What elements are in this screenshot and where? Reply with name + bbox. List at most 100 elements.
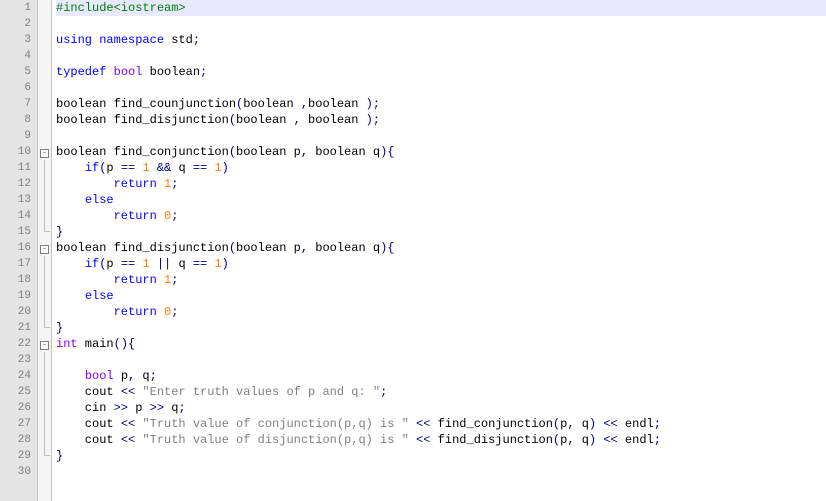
line-number: 3	[0, 32, 31, 48]
code-line[interactable]: return 1;	[56, 272, 826, 288]
token-op: ;	[193, 33, 200, 47]
code-line[interactable]: using namespace std;	[56, 32, 826, 48]
code-line[interactable]: boolean find_disjunction(boolean p, bool…	[56, 240, 826, 256]
token-txt	[157, 177, 164, 191]
code-line[interactable]	[56, 80, 826, 96]
code-line[interactable]: }	[56, 320, 826, 336]
token-op: ==	[193, 161, 207, 175]
fold-marker	[38, 304, 51, 320]
line-number: 15	[0, 224, 31, 240]
token-op: ){	[380, 241, 394, 255]
token-str: "Truth value of disjunction(p,q) is "	[142, 433, 408, 447]
code-editor[interactable]: 1234567891011121314151617181920212223242…	[0, 0, 826, 501]
code-line[interactable]: return 0;	[56, 304, 826, 320]
code-line[interactable]: if(p == 1 || q == 1)	[56, 256, 826, 272]
token-txt: boolean	[301, 113, 366, 127]
token-op: );	[366, 113, 380, 127]
token-op: ;	[178, 401, 185, 415]
fold-marker	[38, 160, 51, 176]
token-op: )	[222, 257, 229, 271]
token-txt: boolean find_counjunction	[56, 97, 236, 111]
token-txt: p	[114, 369, 128, 383]
token-txt: cout	[56, 385, 121, 399]
code-line[interactable]: else	[56, 192, 826, 208]
fold-marker	[38, 464, 51, 480]
line-number: 17	[0, 256, 31, 272]
code-line[interactable]: cin >> p >> q;	[56, 400, 826, 416]
code-line[interactable]: boolean find_disjunction(boolean , boole…	[56, 112, 826, 128]
code-line[interactable]: else	[56, 288, 826, 304]
code-line[interactable]: cout << "Truth value of disjunction(p,q)…	[56, 432, 826, 448]
token-op: ==	[121, 257, 135, 271]
token-txt: cin	[56, 401, 114, 415]
fold-collapse-icon[interactable]: -	[40, 341, 49, 350]
token-txt	[150, 257, 157, 271]
token-op: (	[229, 241, 236, 255]
code-line[interactable]	[56, 16, 826, 32]
token-op: ==	[121, 161, 135, 175]
code-line[interactable]: boolean find_conjunction(boolean p, bool…	[56, 144, 826, 160]
token-txt	[409, 417, 416, 431]
fold-marker[interactable]: -	[38, 336, 51, 352]
code-line[interactable]: }	[56, 224, 826, 240]
token-txt: q	[575, 417, 589, 431]
code-line[interactable]: return 0;	[56, 208, 826, 224]
token-txt: boolean	[236, 113, 294, 127]
token-txt: p	[128, 401, 150, 415]
token-op: ;	[171, 273, 178, 287]
fold-guide-line	[44, 432, 45, 448]
token-op: <<	[603, 433, 617, 447]
fold-marker[interactable]: -	[38, 144, 51, 160]
code-line[interactable]	[56, 352, 826, 368]
code-line[interactable]: int main(){	[56, 336, 826, 352]
line-number: 16	[0, 240, 31, 256]
fold-marker	[38, 96, 51, 112]
token-op: <<	[121, 417, 135, 431]
code-line[interactable]: }	[56, 448, 826, 464]
code-area[interactable]: #include<iostream> using namespace std; …	[52, 0, 826, 501]
line-number: 14	[0, 208, 31, 224]
token-txt: cout	[56, 417, 121, 431]
token-txt: boolean q	[308, 145, 380, 159]
fold-column[interactable]: - - -	[38, 0, 52, 501]
fold-collapse-icon[interactable]: -	[40, 245, 49, 254]
fold-marker	[38, 80, 51, 96]
code-line[interactable]	[56, 464, 826, 480]
line-number: 29	[0, 448, 31, 464]
fold-marker	[38, 64, 51, 80]
line-number: 22	[0, 336, 31, 352]
token-op: ;	[171, 177, 178, 191]
fold-marker	[38, 352, 51, 368]
token-txt	[56, 369, 85, 383]
fold-marker	[38, 48, 51, 64]
fold-guide-line	[44, 176, 45, 192]
token-txt: boolean p	[236, 241, 301, 255]
code-line[interactable]: cout << "Enter truth values of p and q: …	[56, 384, 826, 400]
token-txt: q	[171, 257, 193, 271]
fold-collapse-icon[interactable]: -	[40, 149, 49, 158]
code-line[interactable]: typedef bool boolean;	[56, 64, 826, 80]
token-op: (	[229, 113, 236, 127]
code-line[interactable]	[56, 48, 826, 64]
code-line[interactable]: return 1;	[56, 176, 826, 192]
token-txt: cout	[56, 433, 121, 447]
token-num: 1	[214, 161, 221, 175]
token-op: ,	[294, 113, 301, 127]
code-line[interactable]: boolean find_counjunction(boolean ,boole…	[56, 96, 826, 112]
fold-marker	[38, 128, 51, 144]
code-line[interactable]: cout << "Truth value of conjunction(p,q)…	[56, 416, 826, 432]
fold-guide-line	[44, 192, 45, 208]
fold-marker[interactable]: -	[38, 240, 51, 256]
token-op: <<	[416, 433, 430, 447]
code-line[interactable]	[56, 128, 826, 144]
fold-marker	[38, 0, 51, 16]
line-number: 21	[0, 320, 31, 336]
code-line[interactable]: bool p, q;	[56, 368, 826, 384]
token-op: &&	[157, 161, 171, 175]
line-number: 11	[0, 160, 31, 176]
code-line[interactable]: if(p == 1 && q == 1)	[56, 160, 826, 176]
code-line[interactable]: #include<iostream>	[56, 0, 826, 16]
line-number: 7	[0, 96, 31, 112]
token-txt	[157, 305, 164, 319]
token-op: ;	[171, 305, 178, 319]
